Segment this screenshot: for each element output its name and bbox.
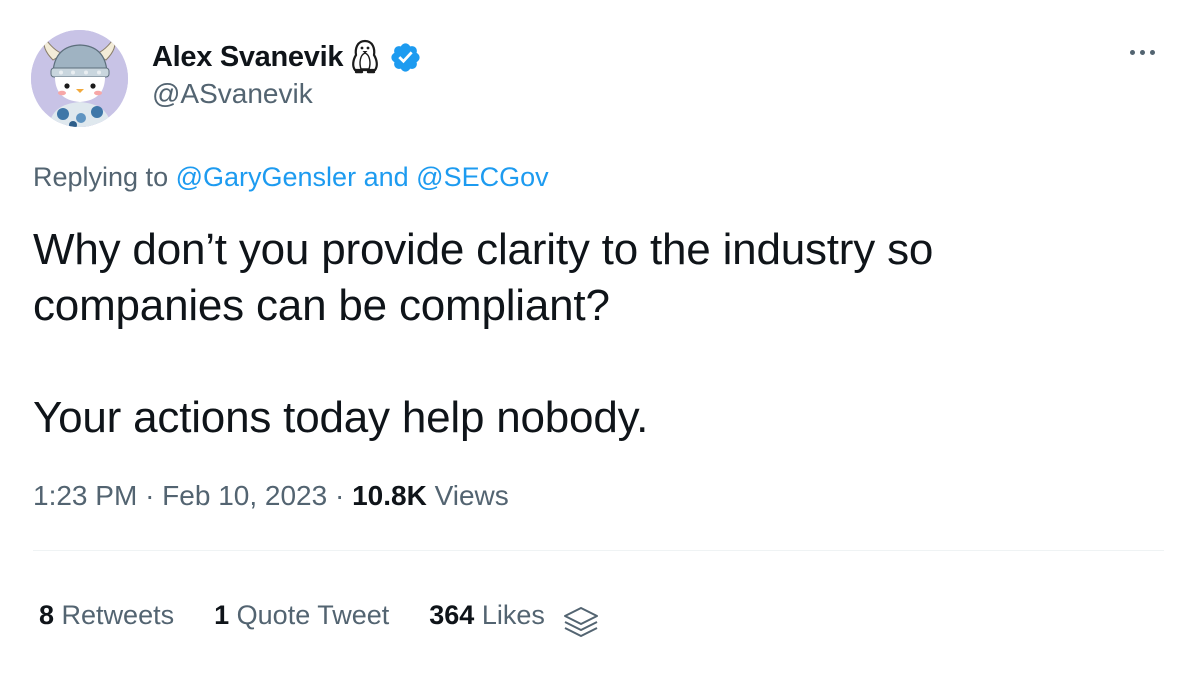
avatar-image (31, 30, 128, 127)
tweet-meta: 1:23 PM · Feb 10, 2023 · 10.8K Views (33, 480, 509, 512)
display-name[interactable]: Alex Svanevik (152, 41, 343, 74)
views-label: Views (434, 480, 509, 511)
penguin-icon (349, 39, 381, 75)
views-count: 10.8K (352, 480, 427, 511)
likes-label: Likes (481, 599, 545, 630)
avatar[interactable] (31, 30, 128, 127)
meta-separator: · (145, 480, 155, 511)
stack-icon[interactable] (561, 602, 601, 642)
mention-link-garygensler[interactable]: @GaryGensler (176, 162, 356, 192)
quotes-count: 1 (214, 599, 230, 630)
meta-separator: · (334, 480, 345, 511)
retweets-count: 8 (39, 599, 55, 630)
more-dot (1139, 49, 1145, 55)
quotes-label: Quote Tweet (236, 599, 390, 630)
mention-link-secgov[interactable]: @SECGov (416, 162, 548, 192)
author-block: Alex Svanevik @ASvanevik (152, 38, 422, 110)
replying-conjunction: and (363, 162, 409, 192)
likes-count: 364 (429, 599, 475, 630)
retweets-stat[interactable]: 8 Retweets (39, 600, 174, 631)
more-dot (1129, 49, 1135, 55)
more-dot (1149, 49, 1155, 55)
verified-badge-icon[interactable] (389, 41, 422, 74)
handle[interactable]: @ASvanevik (152, 78, 422, 110)
replying-to: Replying to @GaryGensler and @SECGov (33, 162, 549, 193)
divider (33, 550, 1164, 551)
tweet-text: Why don’t you provide clarity to the ind… (33, 222, 1133, 446)
tweet-date[interactable]: Feb 10, 2023 (162, 480, 327, 511)
retweets-label: Retweets (61, 599, 175, 630)
tweet-paragraph: Why don’t you provide clarity to the ind… (33, 225, 934, 330)
name-row: Alex Svanevik (152, 38, 422, 76)
replying-prefix: Replying to (33, 162, 169, 192)
tweet-paragraph: Your actions today help nobody. (33, 393, 649, 442)
more-options-icon[interactable] (1124, 40, 1160, 64)
tweet-time[interactable]: 1:23 PM (33, 480, 137, 511)
likes-stat[interactable]: 364 Likes (429, 600, 545, 631)
tweet: Alex Svanevik @ASvanevik Replying to @Ga… (0, 0, 1196, 674)
engagement-stats: 8 Retweets 1 Quote Tweet 364 Likes (39, 588, 601, 642)
quotes-stat[interactable]: 1 Quote Tweet (214, 600, 389, 631)
